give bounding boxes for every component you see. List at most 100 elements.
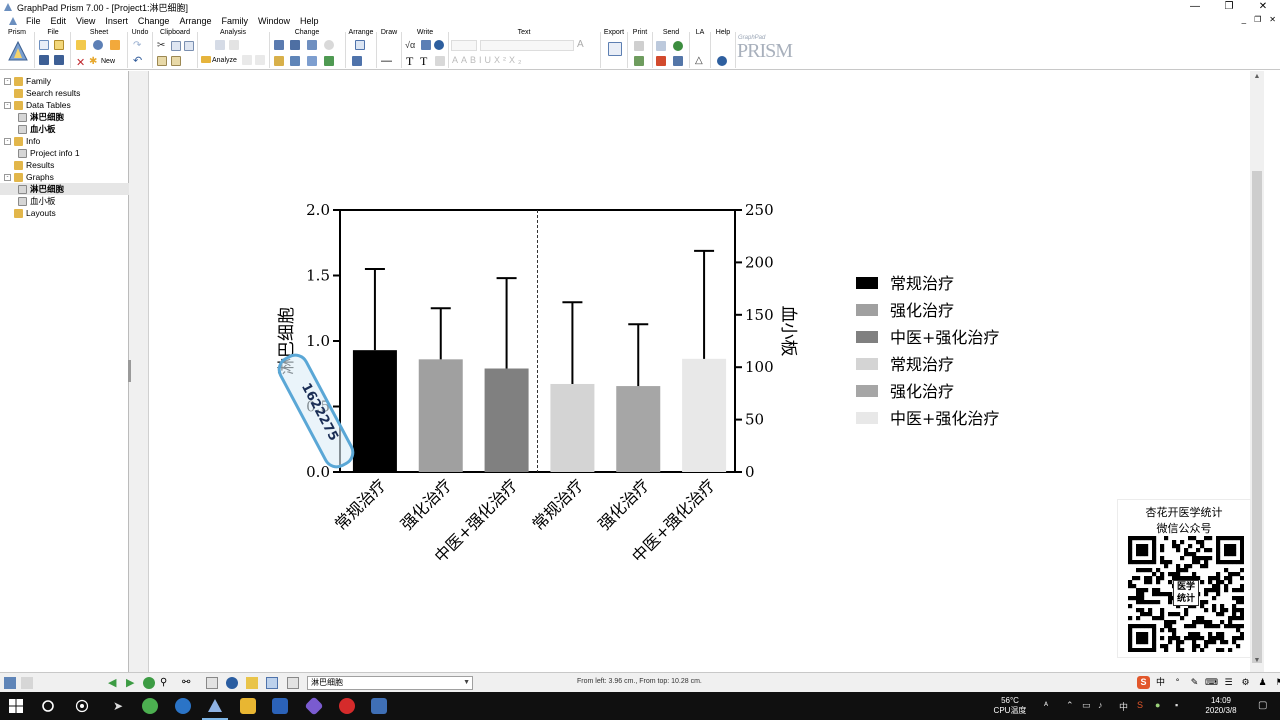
graph-sheet-icon[interactable] [266,677,278,689]
tree-expander-icon[interactable]: - [4,137,11,145]
maximize-button[interactable]: ❐ [1212,0,1246,14]
format-graph-icon[interactable] [307,40,317,50]
analyze-button[interactable]: Analyze [212,57,237,64]
tree-expander-icon[interactable]: - [4,173,11,181]
text-tool-icon[interactable]: T [406,54,413,69]
copy-icon[interactable] [171,41,181,51]
change-pen-icon[interactable] [274,56,284,66]
export-icon[interactable] [608,42,622,56]
menu-help[interactable]: Help [295,16,324,26]
ime-punct-icon[interactable]: ° [1171,676,1184,689]
legend-label[interactable]: 常规治疗 [890,355,954,374]
chevron-down-icon[interactable]: ▼ [463,677,470,689]
cpu-temp-widget[interactable]: 56°C CPU温度 [990,696,1030,716]
insert-info-icon[interactable] [434,40,444,50]
la-icon[interactable]: △ [695,55,703,66]
menu-window[interactable]: Window [253,16,295,26]
navigator-item[interactable]: Results [0,159,129,171]
send-web-icon[interactable] [673,41,683,51]
change-zoom-icon[interactable] [290,56,300,66]
prism-taskbar-icon[interactable] [207,698,223,714]
browser-icon[interactable] [175,698,191,714]
sogou-tray-icon[interactable]: S [1137,700,1143,710]
volume-icon[interactable]: ♪ [1098,700,1103,710]
analysis-params-icon[interactable] [242,55,252,65]
view-mode-icon[interactable] [4,677,16,689]
notes-icon[interactable] [206,677,218,689]
prism-home-icon[interactable] [8,40,28,62]
document-icon[interactable] [8,16,18,26]
bar[interactable] [616,386,661,472]
legend-label[interactable]: 强化治疗 [890,301,954,320]
bar[interactable] [484,368,529,472]
send-word-icon[interactable] [656,41,666,51]
new-sheet-button[interactable]: New [101,58,115,65]
insert-table-icon[interactable] [421,40,431,50]
align-icon[interactable] [355,40,365,50]
save-icon[interactable] [39,55,49,65]
view-sheet-icon[interactable] [21,677,33,689]
print-icon[interactable] [634,41,644,51]
sheet-gear-icon[interactable] [93,40,103,50]
prev-sheet-icon[interactable]: ◀ [108,677,120,689]
navigator-splitter[interactable] [129,71,149,672]
file-explorer-icon[interactable] [240,698,256,714]
undo-icon[interactable]: ↶ [133,54,142,67]
results-icon[interactable] [246,677,258,689]
mdi-minimize-button[interactable]: _ [1242,15,1246,24]
menu-change[interactable]: Change [133,16,175,26]
menu-arrange[interactable]: Arrange [174,16,216,26]
send-ppt-icon[interactable] [656,56,666,66]
change-layout-icon[interactable] [307,56,317,66]
magic-wand-icon[interactable] [110,40,120,50]
navigator-item[interactable]: Layouts [0,207,129,219]
paste-icon[interactable] [157,56,167,66]
help-icon[interactable] [717,56,727,66]
text-box-icon[interactable]: T [420,54,427,69]
new-sheet-star-icon[interactable]: ✱ [89,56,97,67]
draw-line-icon[interactable]: — [381,55,392,67]
navigator-item[interactable]: - Graphs [0,171,129,183]
analysis-brush-icon[interactable] [255,55,265,65]
ime-menu-icon[interactable]: ☰ [1222,676,1235,689]
open-file-icon[interactable] [54,40,64,50]
delete-sheet-icon[interactable]: ✕ [76,56,85,69]
equation-icon[interactable]: √α [405,40,415,50]
tray-app-icon[interactable]: ▪ [1175,700,1178,710]
ime-lang-indicator[interactable]: 中 [1119,700,1128,713]
scroll-down-icon[interactable]: ▼ [1250,657,1264,669]
notifications-icon[interactable]: ▢ [1258,700,1267,711]
new-file-icon[interactable] [39,40,49,50]
print-preview-icon[interactable] [634,56,644,66]
close-button[interactable]: ✕ [1246,0,1280,14]
link-icon[interactable]: ⚯ [182,677,194,689]
binoculars-icon[interactable]: ⚲ [160,677,172,689]
sheet-select[interactable]: 淋巴细胞 ▼ [307,676,473,690]
menu-insert[interactable]: Insert [100,16,133,26]
legend-label[interactable]: 中医+强化治疗 [890,409,999,428]
change-color-icon[interactable] [324,40,334,50]
font-color-icon[interactable]: A [577,39,584,50]
menu-family[interactable]: Family [216,16,253,26]
analyze-icon[interactable] [201,56,211,63]
graph-type-icon[interactable] [274,40,284,50]
scroll-thumb[interactable] [1252,171,1262,663]
mdi-restore-button[interactable]: ❐ [1254,15,1261,24]
menu-file[interactable]: File [21,16,46,26]
analysis-results-icon[interactable] [229,40,239,50]
legend-label[interactable]: 中医+强化治疗 [890,328,999,347]
navigator-item[interactable]: Project info 1 [0,147,129,159]
next-sheet-icon[interactable]: ▶ [126,677,138,689]
bar[interactable] [352,350,397,472]
navigator-item[interactable]: 血小板 [0,195,129,207]
task-view-icon[interactable] [74,698,90,714]
edit-sheet-icon[interactable] [76,40,86,50]
save-all-icon[interactable] [54,55,64,65]
menu-edit[interactable]: Edit [46,16,72,26]
app-green-icon[interactable] [142,698,158,714]
tree-expander-icon[interactable]: - [4,101,11,109]
redo-icon[interactable]: ↷ [133,40,141,51]
navigator-item[interactable]: - Data Tables [0,99,129,111]
ime-skin-icon[interactable]: ♟ [1256,676,1269,689]
bar[interactable] [418,359,463,472]
